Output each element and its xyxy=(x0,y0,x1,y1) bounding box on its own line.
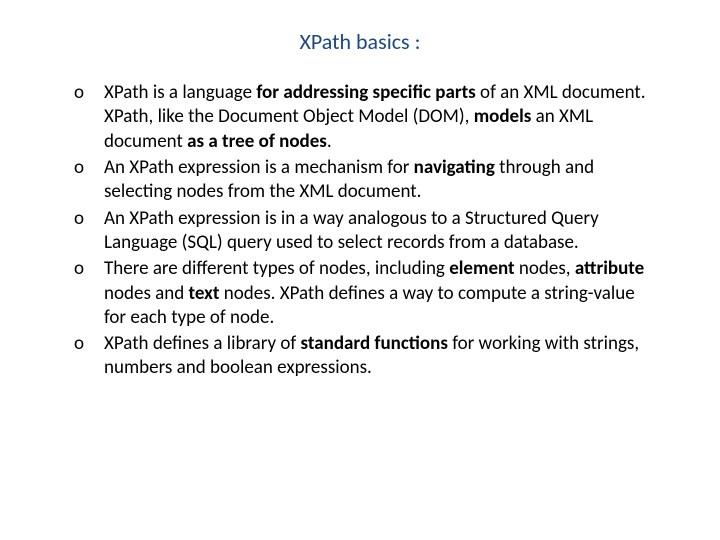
bullet-marker: o xyxy=(74,257,84,281)
text: XPath is a language xyxy=(104,81,256,104)
bold-text: standard functions xyxy=(301,332,448,355)
bullet-marker: o xyxy=(74,81,84,105)
slide: XPath basics : o XPath is a language for… xyxy=(0,0,720,403)
bullet-marker: o xyxy=(74,156,84,180)
list-item: o An XPath expression is a mechanism for… xyxy=(60,156,660,205)
slide-title: XPath basics : xyxy=(60,28,660,55)
bullet-marker: o xyxy=(74,207,84,231)
text: An XPath expression is a mechanism for xyxy=(104,156,414,179)
list-item: o There are different types of nodes, in… xyxy=(60,257,660,330)
text: nodes and xyxy=(104,282,189,305)
text: nodes, xyxy=(515,257,575,280)
bold-text: navigating xyxy=(414,156,495,179)
bold-text: as a tree of nodes xyxy=(187,130,327,153)
bullet-list: o XPath is a language for addressing spe… xyxy=(60,81,660,381)
list-item: o XPath defines a library of standard fu… xyxy=(60,332,660,381)
bullet-marker: o xyxy=(74,332,84,356)
bold-text: attribute xyxy=(575,257,644,280)
text: . xyxy=(327,130,332,153)
text: XPath defines a library of xyxy=(104,332,301,355)
bold-text: models xyxy=(474,105,532,128)
bold-text: element xyxy=(449,257,514,280)
text: An XPath expression is in a way analogou… xyxy=(104,207,599,254)
bold-text: text xyxy=(189,282,220,305)
list-item: o An XPath expression is in a way analog… xyxy=(60,207,660,256)
bold-text: for addressing specific parts xyxy=(256,81,475,104)
text: There are different types of nodes, incl… xyxy=(104,257,449,280)
list-item: o XPath is a language for addressing spe… xyxy=(60,81,660,154)
